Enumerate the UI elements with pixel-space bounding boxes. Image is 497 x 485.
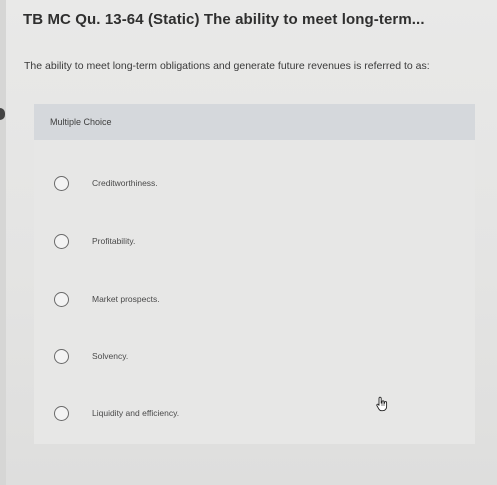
multiple-choice-header: Multiple Choice xyxy=(34,104,475,140)
choice-label[interactable]: Market prospects. xyxy=(92,294,160,304)
choice-option-4[interactable]: Solvency. xyxy=(54,340,464,372)
choice-label[interactable]: Liquidity and efficiency. xyxy=(92,408,179,418)
choice-label[interactable]: Creditworthiness. xyxy=(92,178,158,188)
choice-label[interactable]: Solvency. xyxy=(92,351,128,361)
multiple-choice-panel: Multiple Choice Creditworthiness. Profit… xyxy=(34,104,475,444)
radio-unselected-icon[interactable] xyxy=(54,233,69,249)
radio-unselected-icon[interactable] xyxy=(54,291,69,307)
choice-option-5[interactable]: Liquidity and efficiency. xyxy=(54,397,464,429)
choice-option-2[interactable]: Profitability. xyxy=(54,225,464,257)
choice-label[interactable]: Profitability. xyxy=(92,236,135,246)
choice-option-1[interactable]: Creditworthiness. xyxy=(54,167,464,199)
question-text: The ability to meet long-term obligation… xyxy=(24,60,430,72)
choice-option-3[interactable]: Market prospects. xyxy=(54,283,464,315)
hand-pointer-icon xyxy=(376,396,388,412)
radio-unselected-icon[interactable] xyxy=(54,405,69,421)
radio-unselected-icon[interactable] xyxy=(54,348,69,364)
question-title: TB MC Qu. 13-64 (Static) The ability to … xyxy=(23,11,425,28)
radio-unselected-icon[interactable] xyxy=(54,175,69,191)
